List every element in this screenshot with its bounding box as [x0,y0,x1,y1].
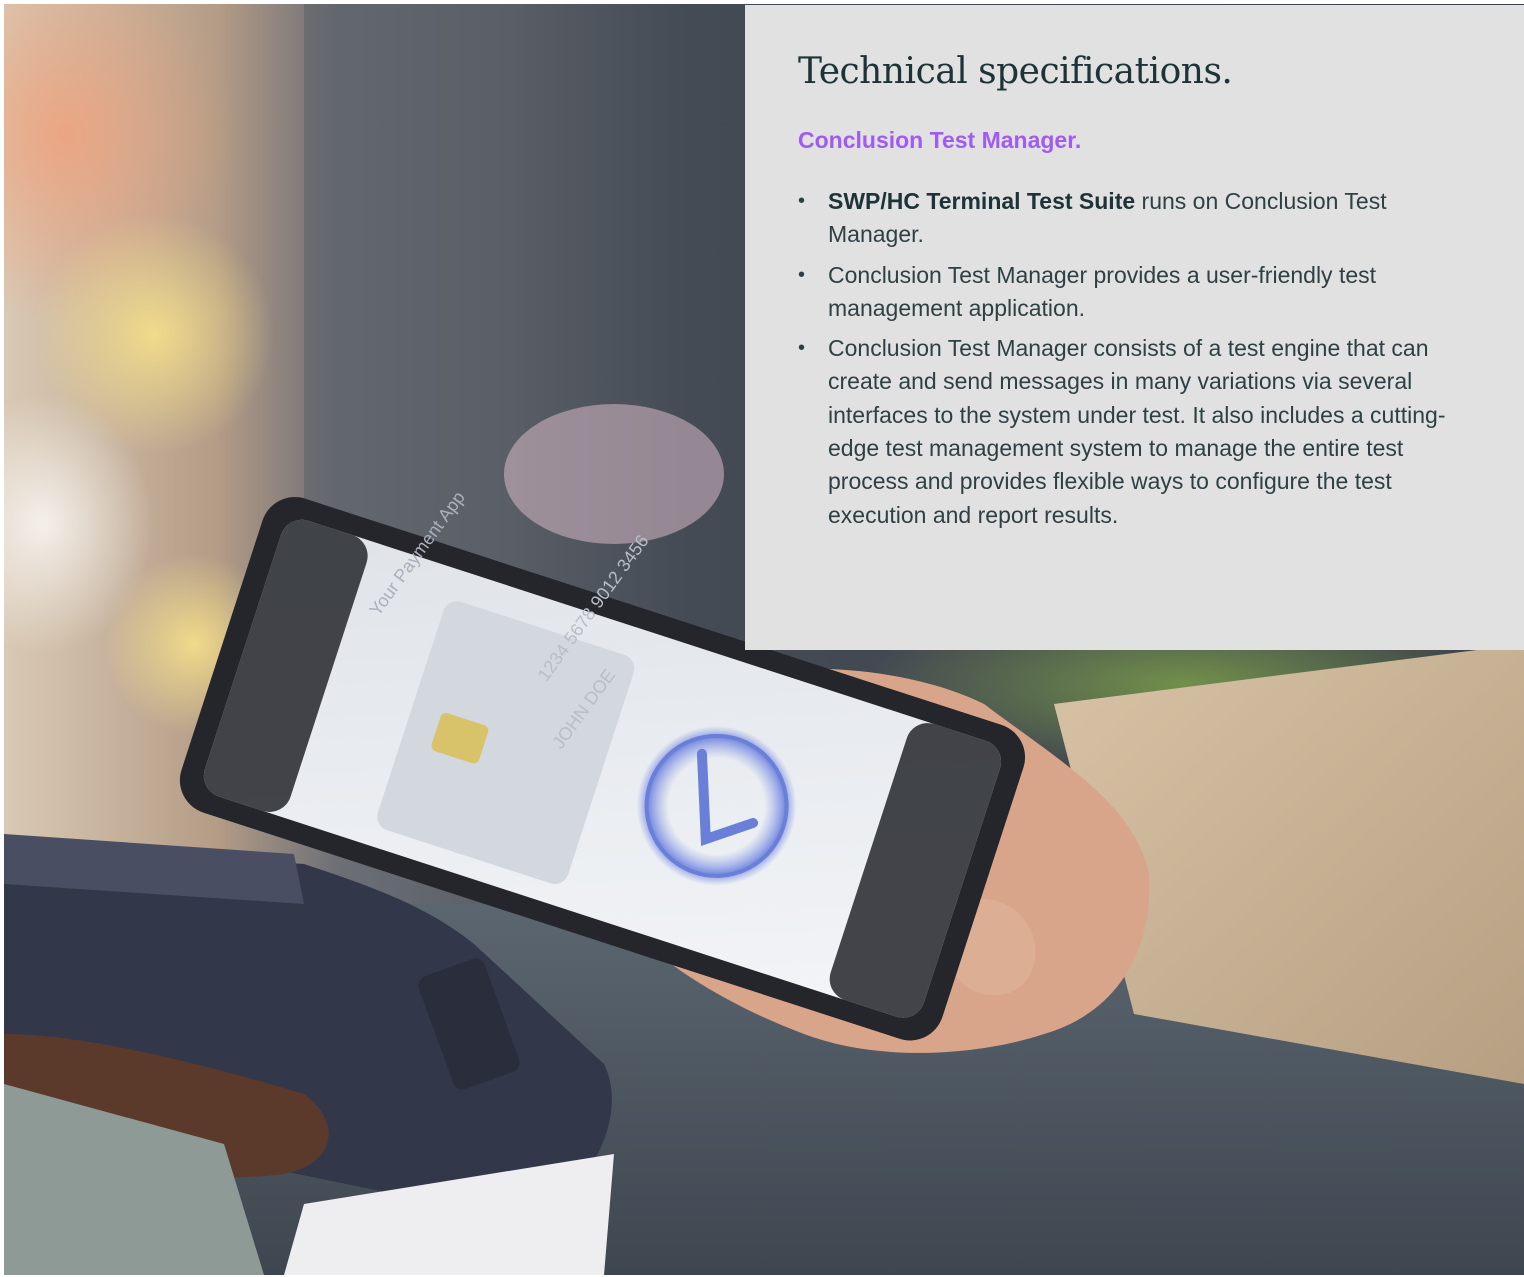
page: Your Payment App 1234 5678 9012 3456 JOH… [0,0,1524,1277]
spec-list: • SWP/HC Terminal Test Suite runs on Con… [798,185,1464,532]
technical-specifications-card: Technical specifications. Conclusion Tes… [745,5,1524,650]
bullet-icon: • [798,190,806,212]
bullet-icon: • [798,337,806,360]
spec-subtitle: Conclusion Test Manager. [798,127,1082,153]
spec-title: Technical specifications. [798,51,1233,92]
bullet-icon: • [798,263,806,286]
spec-list-item: • Conclusion Test Manager consists of a … [798,332,1464,532]
spec-list-item: • Conclusion Test Manager provides a use… [798,259,1464,326]
spec-list-item: • SWP/HC Terminal Test Suite runs on Con… [798,185,1464,252]
spec-item-text: Conclusion Test Manager provides a user-… [828,261,1377,321]
spec-item-text: Conclusion Test Manager consists of a te… [828,335,1446,528]
spec-item-strong: SWP/HC Terminal Test Suite [828,188,1136,214]
flower-blur [504,404,724,544]
